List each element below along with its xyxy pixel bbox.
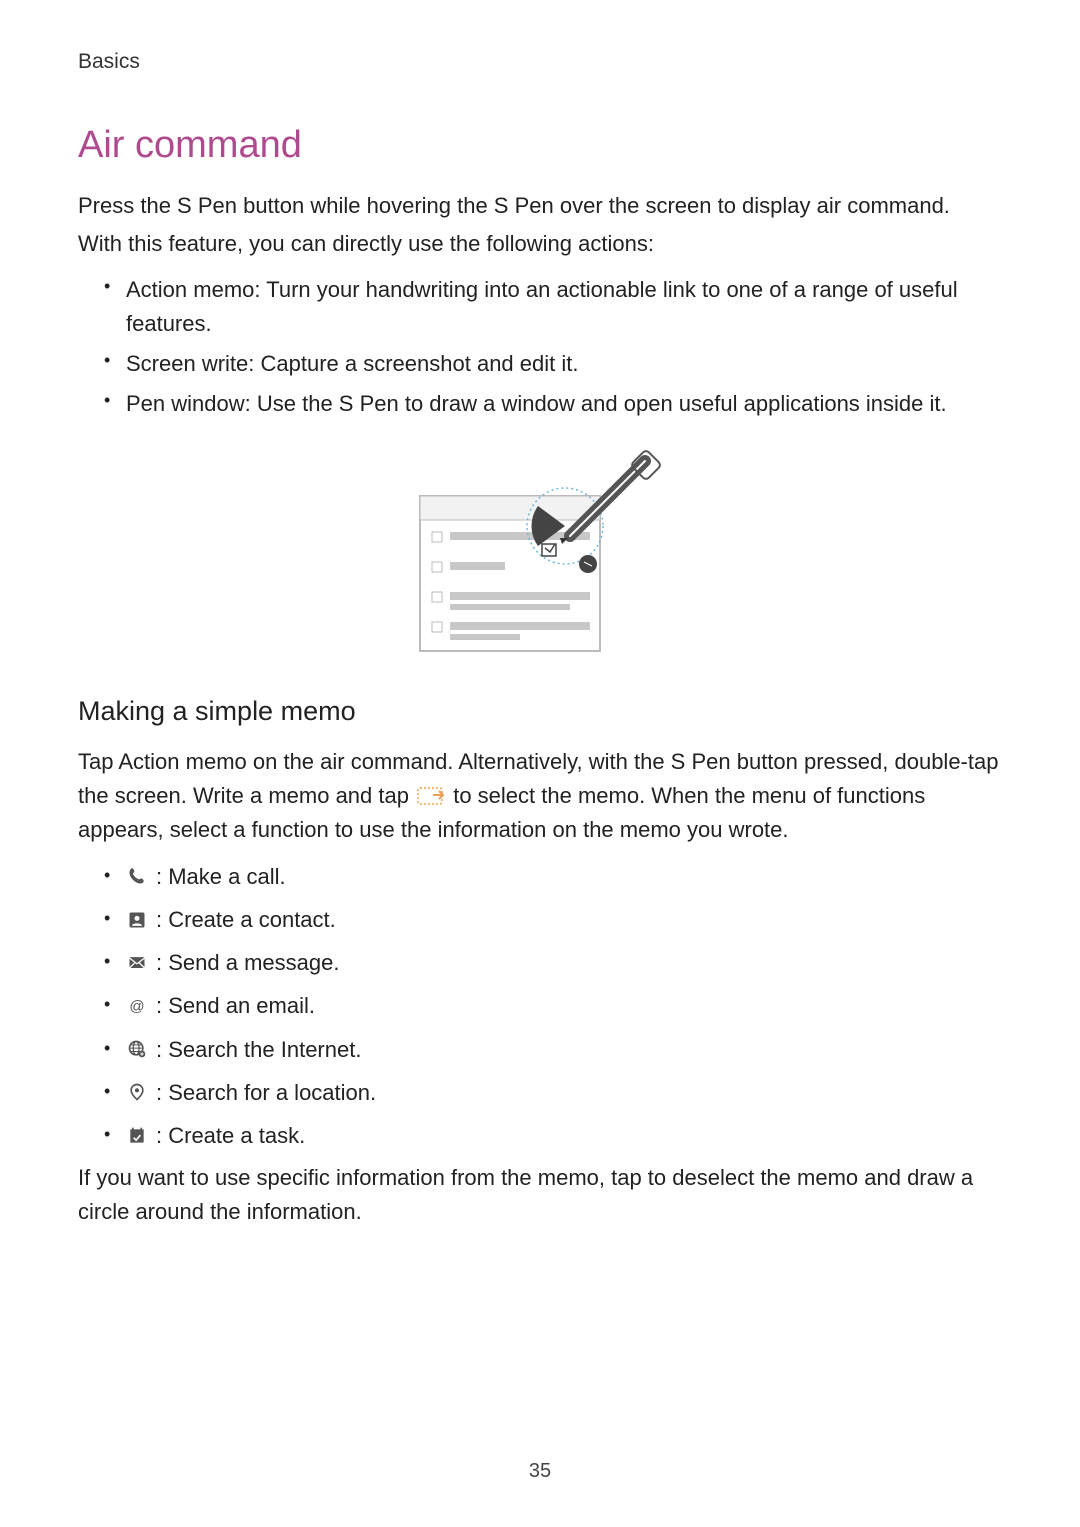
svg-text:@: @ <box>129 998 144 1015</box>
action-text: : Send a message. <box>156 945 339 980</box>
globe-icon <box>126 1039 148 1059</box>
action-text: : Create a task. <box>156 1118 305 1153</box>
feature-list: Action memo: Turn your handwriting into … <box>104 273 1002 421</box>
sub-heading: Making a simple memo <box>78 696 1002 727</box>
list-item: : Search for a location. <box>104 1075 1002 1110</box>
feature-item: Action memo: Turn your handwriting into … <box>104 273 1002 341</box>
feature-label: Action memo: <box>126 277 261 302</box>
email-icon: @ <box>126 996 148 1016</box>
section-title: Air command <box>78 124 1002 167</box>
feature-label: Screen write: <box>126 351 254 376</box>
memo-text-a: Tap <box>78 749 118 774</box>
list-item: : Create a contact. <box>104 902 1002 937</box>
list-item: : Make a call. <box>104 859 1002 894</box>
doc-header: Basics <box>78 50 1002 74</box>
intro-paragraph-1: Press the S Pen button while hovering th… <box>78 189 1002 223</box>
action-text: : Search for a location. <box>156 1075 376 1110</box>
contact-icon <box>126 910 148 930</box>
feature-item: Screen write: Capture a screenshot and e… <box>104 347 1002 381</box>
message-icon <box>126 953 148 973</box>
action-text: : Send an email. <box>156 988 315 1023</box>
phone-icon <box>126 866 148 886</box>
feature-label: Pen window: <box>126 391 251 416</box>
task-icon <box>126 1126 148 1146</box>
list-item: @ : Send an email. <box>104 988 1002 1023</box>
feature-desc: Capture a screenshot and edit it. <box>254 351 578 376</box>
feature-desc: Use the S Pen to draw a window and open … <box>251 391 947 416</box>
action-text: : Create a contact. <box>156 902 336 937</box>
select-memo-icon <box>415 785 447 807</box>
list-item: : Create a task. <box>104 1118 1002 1153</box>
list-item: : Search the Internet. <box>104 1032 1002 1067</box>
icon-action-list: : Make a call. : Create a contact. : Sen… <box>104 859 1002 1153</box>
closing-paragraph: If you want to use specific information … <box>78 1161 1002 1229</box>
feature-item: Pen window: Use the S Pen to draw a wind… <box>104 387 1002 421</box>
page-number: 35 <box>0 1460 1080 1483</box>
air-command-illustration <box>78 446 1002 656</box>
intro-paragraph-2: With this feature, you can directly use … <box>78 227 1002 261</box>
action-text: : Search the Internet. <box>156 1032 361 1067</box>
action-text: : Make a call. <box>156 859 286 894</box>
memo-intro: Tap Action memo on the air command. Alte… <box>78 745 1002 847</box>
location-icon <box>126 1082 148 1102</box>
memo-action-label: Action memo <box>118 749 246 774</box>
list-item: : Send a message. <box>104 945 1002 980</box>
